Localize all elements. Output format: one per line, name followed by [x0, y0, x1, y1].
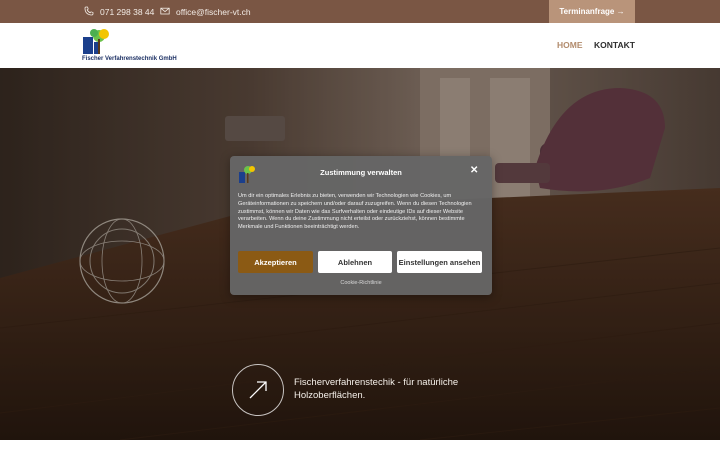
phone-icon — [84, 6, 94, 18]
company-logo[interactable]: Fischer Verfahrenstechnik GmbH — [82, 28, 182, 65]
email-address[interactable]: office@fischer-vt.ch — [176, 7, 251, 17]
close-icon[interactable]: ✕ — [470, 165, 478, 176]
hero-arrow-button[interactable] — [232, 364, 284, 416]
logo-text: Fischer Verfahrenstechnik GmbH — [82, 56, 177, 62]
logo-mark — [83, 29, 109, 54]
email-contact[interactable]: office@fischer-vt.ch — [160, 6, 251, 18]
view-settings-button[interactable]: Einstellungen ansehen — [397, 251, 482, 273]
nav-kontakt[interactable]: KONTAKT — [594, 40, 635, 50]
site-header: Fischer Verfahrenstechnik GmbH HOME KONT… — [0, 23, 720, 68]
mail-icon — [160, 6, 170, 18]
top-bar: 071 298 38 44 office@fischer-vt.ch Termi… — [0, 0, 720, 23]
cookie-policy-link[interactable]: Cookie-Richtlinie — [230, 280, 492, 286]
cookie-consent-dialog: Zustimmung verwalten ✕ Um dir ein optima… — [230, 156, 492, 295]
accept-button[interactable]: Akzeptieren — [238, 251, 313, 273]
nav-home[interactable]: HOME — [557, 40, 583, 50]
decline-button[interactable]: Ablehnen — [318, 251, 392, 273]
consent-title: Zustimmung verwalten — [320, 168, 402, 177]
phone-number[interactable]: 071 298 38 44 — [100, 7, 154, 17]
phone-contact[interactable]: 071 298 38 44 — [84, 6, 154, 18]
arrow-up-right-icon — [249, 381, 267, 399]
page-bottom-strip — [0, 440, 720, 450]
consent-text: Um dir ein optimales Erlebnis zu bieten,… — [238, 193, 472, 231]
appointment-button[interactable]: Terminanfrage → — [549, 0, 635, 23]
hero-tagline: Fischerverfahrenstechik - für natürliche… — [294, 377, 459, 401]
